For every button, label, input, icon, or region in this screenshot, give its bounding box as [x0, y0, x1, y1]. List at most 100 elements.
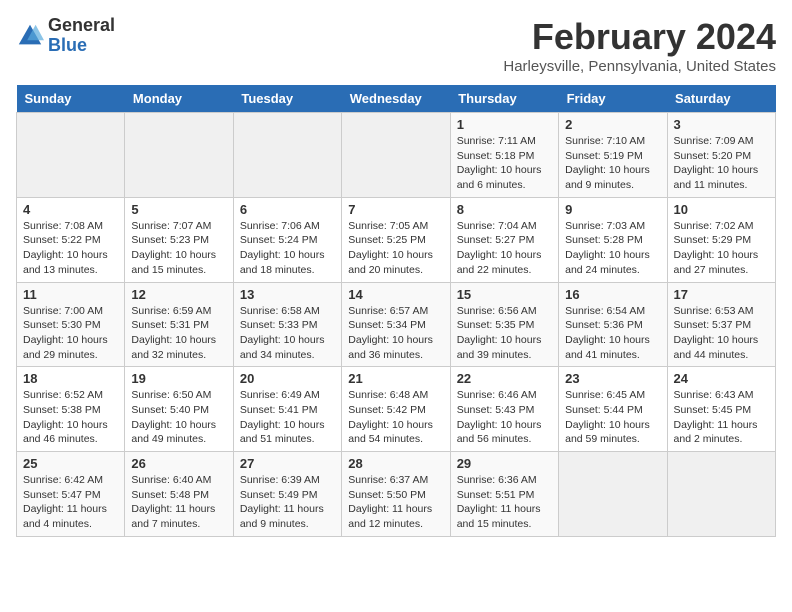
day-details: Sunrise: 7:07 AM Sunset: 5:23 PM Dayligh…: [131, 219, 226, 278]
calendar-cell: 7 Sunrise: 7:05 AM Sunset: 5:25 PM Daylig…: [342, 197, 450, 282]
day-number: 12: [131, 287, 226, 302]
day-number: 10: [674, 202, 769, 217]
day-number: 21: [348, 371, 443, 386]
day-number: 23: [565, 371, 660, 386]
calendar-week-2: 11 Sunrise: 7:00 AM Sunset: 5:30 PM Dayli…: [17, 282, 776, 367]
calendar-cell: 28Sunrise: 6:37 AM Sunset: 5:50 PM Dayli…: [342, 452, 450, 537]
day-number: 25: [23, 456, 118, 471]
day-number: 13: [240, 287, 335, 302]
calendar-cell: 27 Sunrise: 6:39 AM Sunset: 5:49 PM Dayli…: [233, 452, 341, 537]
calendar-body: 1 Sunrise: 7:11 AM Sunset: 5:18 PM Daylig…: [17, 113, 776, 537]
day-number: 26: [131, 456, 226, 471]
day-details: Sunrise: 6:43 AM Sunset: 5:45 PM Dayligh…: [674, 388, 769, 447]
logo: General Blue: [16, 16, 115, 56]
day-details: Sunrise: 7:03 AM Sunset: 5:28 PM Dayligh…: [565, 219, 660, 278]
day-number: 9: [565, 202, 660, 217]
calendar-cell: 16 Sunrise: 6:54 AM Sunset: 5:36 PM Dayli…: [559, 282, 667, 367]
calendar-cell: 1 Sunrise: 7:11 AM Sunset: 5:18 PM Daylig…: [450, 113, 558, 198]
day-number: 29: [457, 456, 552, 471]
calendar-cell: 26Sunrise: 6:40 AM Sunset: 5:48 PM Dayli…: [125, 452, 233, 537]
month-title: February 2024: [503, 16, 776, 58]
day-details: Sunrise: 6:52 AM Sunset: 5:38 PM Dayligh…: [23, 388, 118, 447]
calendar-cell: 22 Sunrise: 6:46 AM Sunset: 5:43 PM Dayli…: [450, 367, 558, 452]
calendar-cell: [667, 452, 775, 537]
day-number: 18: [23, 371, 118, 386]
day-details: Sunrise: 6:42 AM Sunset: 5:47 PM Dayligh…: [23, 473, 118, 532]
day-details: Sunrise: 6:49 AM Sunset: 5:41 PM Dayligh…: [240, 388, 335, 447]
calendar-cell: 21 Sunrise: 6:48 AM Sunset: 5:42 PM Dayli…: [342, 367, 450, 452]
day-details: Sunrise: 7:04 AM Sunset: 5:27 PM Dayligh…: [457, 219, 552, 278]
day-number: 15: [457, 287, 552, 302]
header-cell-wednesday: Wednesday: [342, 85, 450, 113]
day-details: Sunrise: 6:39 AM Sunset: 5:49 PM Dayligh…: [240, 473, 335, 532]
day-details: Sunrise: 6:54 AM Sunset: 5:36 PM Dayligh…: [565, 304, 660, 363]
calendar-week-3: 18 Sunrise: 6:52 AM Sunset: 5:38 PM Dayli…: [17, 367, 776, 452]
calendar-cell: 15 Sunrise: 6:56 AM Sunset: 5:35 PM Dayli…: [450, 282, 558, 367]
calendar-cell: 13 Sunrise: 6:58 AM Sunset: 5:33 PM Dayli…: [233, 282, 341, 367]
calendar-cell: 8 Sunrise: 7:04 AM Sunset: 5:27 PM Daylig…: [450, 197, 558, 282]
header-cell-monday: Monday: [125, 85, 233, 113]
day-number: 1: [457, 117, 552, 132]
day-details: Sunrise: 7:06 AM Sunset: 5:24 PM Dayligh…: [240, 219, 335, 278]
calendar-cell: 3 Sunrise: 7:09 AM Sunset: 5:20 PM Daylig…: [667, 113, 775, 198]
day-details: Sunrise: 7:11 AM Sunset: 5:18 PM Dayligh…: [457, 134, 552, 193]
day-details: Sunrise: 6:58 AM Sunset: 5:33 PM Dayligh…: [240, 304, 335, 363]
day-number: 7: [348, 202, 443, 217]
day-details: Sunrise: 7:09 AM Sunset: 5:20 PM Dayligh…: [674, 134, 769, 193]
day-number: 14: [348, 287, 443, 302]
header-cell-friday: Friday: [559, 85, 667, 113]
calendar-cell: 14 Sunrise: 6:57 AM Sunset: 5:34 PM Dayli…: [342, 282, 450, 367]
logo-blue-text: Blue: [48, 36, 115, 56]
day-number: 5: [131, 202, 226, 217]
header-cell-sunday: Sunday: [17, 85, 125, 113]
calendar-cell: 18 Sunrise: 6:52 AM Sunset: 5:38 PM Dayli…: [17, 367, 125, 452]
day-number: 6: [240, 202, 335, 217]
day-number: 24: [674, 371, 769, 386]
day-details: Sunrise: 7:05 AM Sunset: 5:25 PM Dayligh…: [348, 219, 443, 278]
calendar-cell: 20 Sunrise: 6:49 AM Sunset: 5:41 PM Dayli…: [233, 367, 341, 452]
calendar-cell: 4Sunrise: 7:08 AM Sunset: 5:22 PM Daylig…: [17, 197, 125, 282]
header-cell-saturday: Saturday: [667, 85, 775, 113]
calendar-cell: 6 Sunrise: 7:06 AM Sunset: 5:24 PM Daylig…: [233, 197, 341, 282]
calendar-week-0: 1 Sunrise: 7:11 AM Sunset: 5:18 PM Daylig…: [17, 113, 776, 198]
calendar-table: SundayMondayTuesdayWednesdayThursdayFrid…: [16, 85, 776, 537]
day-number: 20: [240, 371, 335, 386]
day-number: 17: [674, 287, 769, 302]
calendar-cell: 24 Sunrise: 6:43 AM Sunset: 5:45 PM Dayli…: [667, 367, 775, 452]
calendar-cell: 5 Sunrise: 7:07 AM Sunset: 5:23 PM Daylig…: [125, 197, 233, 282]
calendar-week-4: 25 Sunrise: 6:42 AM Sunset: 5:47 PM Dayli…: [17, 452, 776, 537]
day-details: Sunrise: 6:59 AM Sunset: 5:31 PM Dayligh…: [131, 304, 226, 363]
day-details: Sunrise: 6:37 AM Sunset: 5:50 PM Dayligh…: [348, 473, 443, 532]
day-details: Sunrise: 6:46 AM Sunset: 5:43 PM Dayligh…: [457, 388, 552, 447]
calendar-cell: 23Sunrise: 6:45 AM Sunset: 5:44 PM Dayli…: [559, 367, 667, 452]
day-number: 16: [565, 287, 660, 302]
location-text: Harleysville, Pennsylvania, United State…: [503, 58, 776, 75]
calendar-cell: 25 Sunrise: 6:42 AM Sunset: 5:47 PM Dayli…: [17, 452, 125, 537]
header-cell-tuesday: Tuesday: [233, 85, 341, 113]
day-details: Sunrise: 6:50 AM Sunset: 5:40 PM Dayligh…: [131, 388, 226, 447]
day-details: Sunrise: 7:00 AM Sunset: 5:30 PM Dayligh…: [23, 304, 118, 363]
header-cell-thursday: Thursday: [450, 85, 558, 113]
day-details: Sunrise: 7:02 AM Sunset: 5:29 PM Dayligh…: [674, 219, 769, 278]
day-details: Sunrise: 7:08 AM Sunset: 5:22 PM Dayligh…: [23, 219, 118, 278]
day-details: Sunrise: 6:36 AM Sunset: 5:51 PM Dayligh…: [457, 473, 552, 532]
day-details: Sunrise: 6:48 AM Sunset: 5:42 PM Dayligh…: [348, 388, 443, 447]
calendar-cell: [125, 113, 233, 198]
header-row: SundayMondayTuesdayWednesdayThursdayFrid…: [17, 85, 776, 113]
day-details: Sunrise: 6:57 AM Sunset: 5:34 PM Dayligh…: [348, 304, 443, 363]
day-number: 27: [240, 456, 335, 471]
day-number: 8: [457, 202, 552, 217]
page-header: General Blue February 2024 Harleysville,…: [16, 16, 776, 75]
calendar-cell: 29 Sunrise: 6:36 AM Sunset: 5:51 PM Dayli…: [450, 452, 558, 537]
day-number: 3: [674, 117, 769, 132]
day-details: Sunrise: 6:56 AM Sunset: 5:35 PM Dayligh…: [457, 304, 552, 363]
logo-general-text: General: [48, 16, 115, 36]
calendar-cell: 10 Sunrise: 7:02 AM Sunset: 5:29 PM Dayli…: [667, 197, 775, 282]
calendar-week-1: 4Sunrise: 7:08 AM Sunset: 5:22 PM Daylig…: [17, 197, 776, 282]
day-details: Sunrise: 7:10 AM Sunset: 5:19 PM Dayligh…: [565, 134, 660, 193]
calendar-cell: 11 Sunrise: 7:00 AM Sunset: 5:30 PM Dayli…: [17, 282, 125, 367]
day-number: 22: [457, 371, 552, 386]
calendar-cell: 17Sunrise: 6:53 AM Sunset: 5:37 PM Dayli…: [667, 282, 775, 367]
title-block: February 2024 Harleysville, Pennsylvania…: [503, 16, 776, 75]
day-number: 11: [23, 287, 118, 302]
